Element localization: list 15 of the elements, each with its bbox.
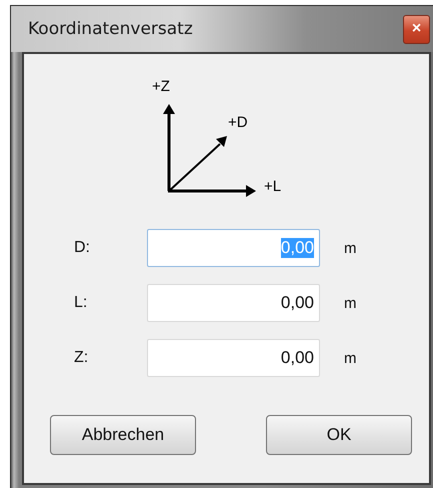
cancel-button[interactable]: Abbrechen [50, 415, 196, 455]
field-label: L: [74, 294, 88, 312]
unit-label: m [344, 350, 356, 366]
input-field[interactable]: 0,00 [147, 284, 320, 322]
field-label: Z: [74, 349, 90, 367]
unit-label: m [344, 294, 356, 312]
window-title: Koordinatenversatz [28, 19, 193, 39]
axis-label: +Z [152, 78, 170, 95]
field-label: D: [74, 239, 91, 257]
input-field[interactable]: 0,00 [147, 339, 320, 377]
axis-label: +L [264, 178, 282, 195]
axis-label: +D [228, 114, 248, 131]
close-button[interactable]: × [403, 14, 430, 44]
unit-label: m [344, 240, 356, 256]
ok-button[interactable]: OK [266, 415, 412, 455]
